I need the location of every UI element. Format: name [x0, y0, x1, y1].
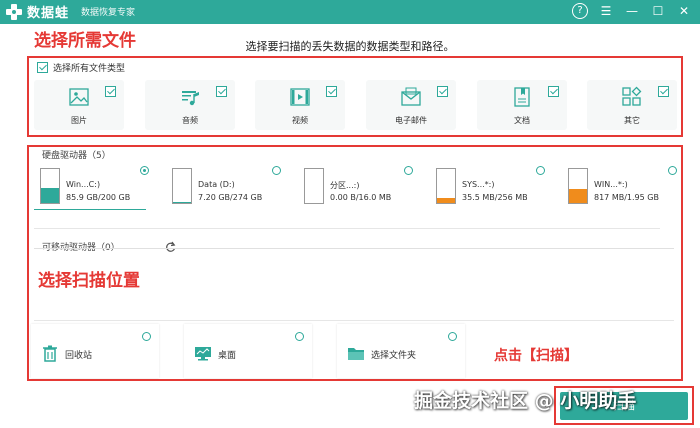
file-type-label: 视频 [292, 116, 308, 125]
file-type-label: 电子邮件 [395, 116, 427, 125]
drive-name: WIN...*:) [594, 180, 628, 189]
app-logo: 数据蛙 数据恢复专家 [5, 2, 135, 21]
video-icon [289, 86, 311, 108]
drive-icon [436, 168, 456, 204]
drive-name: 分区...:) [330, 181, 360, 190]
drive-item[interactable]: WIN...*:) 817 MB/1.95 GB [562, 164, 677, 210]
drive-radio[interactable] [536, 166, 545, 175]
file-type-card[interactable]: 其它 [587, 80, 677, 130]
drive-icon [304, 168, 324, 204]
file-type-label: 文档 [514, 116, 530, 125]
drive-item[interactable]: Data (D:) 7.20 GB/274 GB [166, 164, 281, 210]
file-type-card[interactable]: 视频 [255, 80, 345, 130]
drive-name: Data (D:) [198, 180, 235, 189]
file-type-checkbox[interactable] [548, 86, 559, 97]
drive-radio[interactable] [140, 166, 149, 175]
file-type-checkbox[interactable] [326, 86, 337, 97]
drive-icon [568, 168, 588, 204]
menu-icon[interactable]: ☰ [598, 3, 614, 19]
removable-drives-title: 可移动驱动器（0） [42, 243, 120, 253]
select-all-label: 选择所有文件类型 [53, 64, 126, 74]
file-types-highlight [27, 56, 683, 137]
scan-location-radio[interactable] [142, 332, 151, 341]
file-type-checkbox[interactable] [216, 86, 227, 97]
instruction-text: 选择要扫描的丢失数据的数据类型和路径。 [245, 40, 455, 53]
annotation-select-scan-location: 选择扫描位置 [38, 271, 140, 291]
app-subtitle: 数据恢复专家 [81, 8, 136, 18]
drive-radio[interactable] [404, 166, 413, 175]
drive-size: 817 MB/1.95 GB [594, 193, 659, 202]
file-type-label: 图片 [71, 116, 87, 125]
drive-item[interactable]: 分区...:) 0.00 B/16.0 MB [298, 164, 413, 210]
drive-size: 0.00 B/16.0 MB [330, 193, 392, 202]
folder-icon [347, 344, 365, 362]
app-name: 数据蛙 [27, 6, 70, 21]
file-type-card[interactable]: 电子邮件 [366, 80, 456, 130]
file-type-card[interactable]: 文档 [477, 80, 567, 130]
drive-size: 7.20 GB/274 GB [198, 193, 263, 202]
hard-drives-title: 硬盘驱动器（5） [42, 151, 111, 161]
title-bar: 数据蛙 数据恢复专家 ? ☰ — ☐ ✕ [0, 0, 700, 24]
scan-location-radio[interactable] [295, 332, 304, 341]
email-icon [400, 86, 422, 108]
drive-size: 85.9 GB/200 GB [66, 193, 131, 202]
drive-item[interactable]: SYS...*:) 35.5 MB/256 MB [430, 164, 545, 210]
scan-location-label: 选择文件夹 [371, 351, 417, 361]
file-type-card[interactable]: 图片 [34, 80, 124, 130]
audio-icon [179, 86, 201, 108]
drive-name: Win...C:) [66, 180, 101, 189]
file-type-card[interactable]: 音频 [145, 80, 235, 130]
annotation-click-scan: 点击【扫描】 [494, 348, 578, 364]
file-type-checkbox[interactable] [658, 86, 669, 97]
drive-radio[interactable] [668, 166, 677, 175]
file-type-checkbox[interactable] [437, 86, 448, 97]
drive-radio[interactable] [272, 166, 281, 175]
drive-size: 35.5 MB/256 MB [462, 193, 528, 202]
removable-divider [34, 248, 674, 249]
close-icon[interactable]: ✕ [676, 3, 692, 19]
document-icon [511, 86, 533, 108]
watermark: 掘金技术社区 @ 小明助手 [414, 390, 637, 412]
scan-location-option[interactable]: 选择文件夹 [337, 324, 465, 378]
image-icon [68, 86, 90, 108]
file-type-checkbox[interactable] [105, 86, 116, 97]
minimize-icon[interactable]: — [624, 3, 640, 19]
logo-icon [5, 3, 23, 21]
drive-name: SYS...*:) [462, 180, 495, 189]
maximize-icon[interactable]: ☐ [650, 3, 666, 19]
selected-drive-underline [34, 209, 146, 210]
scan-location-radio[interactable] [448, 332, 457, 341]
select-all-file-types[interactable]: 选择所有文件类型 [37, 61, 125, 74]
other-icon [621, 86, 643, 108]
drives-divider [34, 228, 660, 229]
select-all-checkbox[interactable] [37, 62, 48, 73]
scan-location-label: 桌面 [218, 351, 237, 361]
desktop-icon [194, 344, 212, 362]
recycle-bin-icon [41, 344, 59, 362]
help-icon[interactable]: ? [572, 3, 588, 19]
scan-location-label: 回收站 [65, 351, 93, 361]
file-type-label: 其它 [624, 116, 640, 125]
drive-item[interactable]: Win...C:) 85.9 GB/200 GB [34, 164, 149, 210]
scan-location-option[interactable]: 桌面 [184, 324, 312, 378]
scan-location-option[interactable]: 回收站 [31, 324, 159, 378]
file-type-label: 音频 [182, 116, 198, 125]
drive-icon [40, 168, 60, 204]
drive-icon [172, 168, 192, 204]
locations-divider [34, 320, 674, 321]
